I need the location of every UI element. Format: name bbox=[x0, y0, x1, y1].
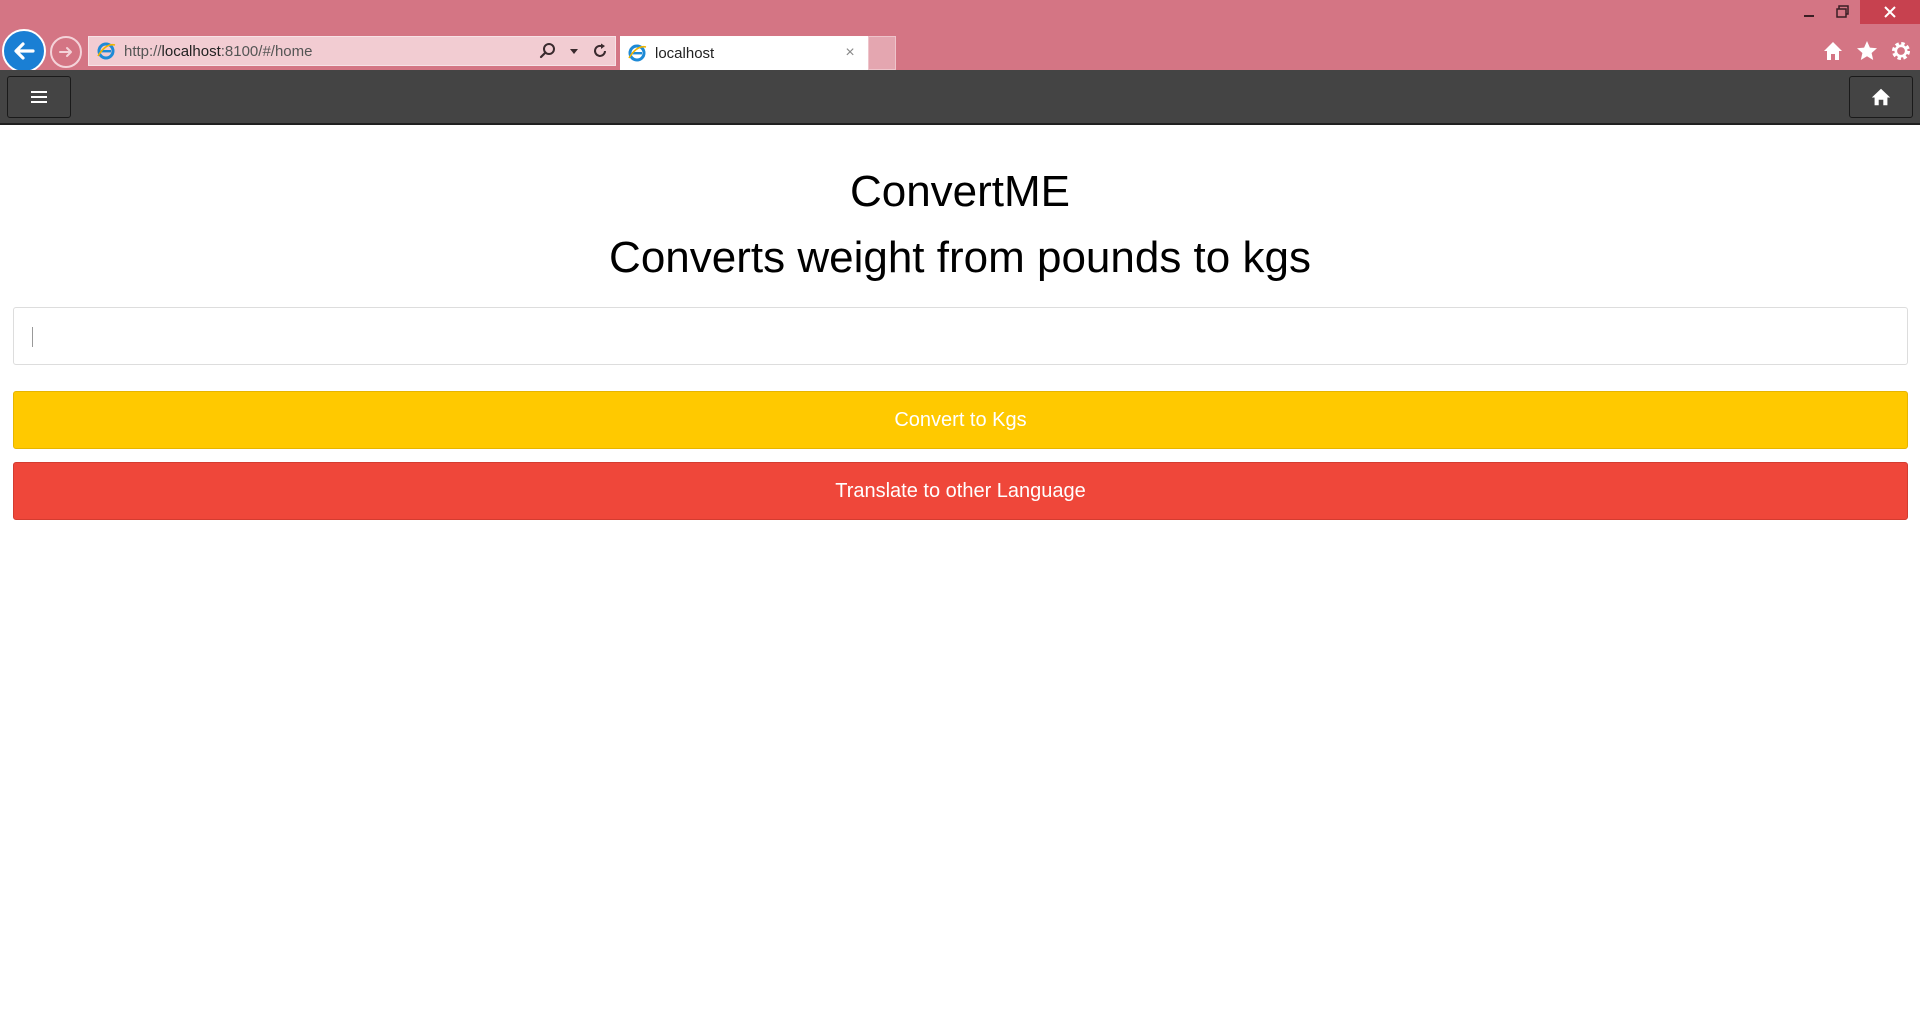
close-window-button[interactable] bbox=[1860, 0, 1920, 24]
convert-to-kgs-button[interactable]: Convert to Kgs bbox=[13, 391, 1908, 449]
home-button[interactable] bbox=[1849, 76, 1913, 118]
refresh-icon[interactable] bbox=[589, 40, 611, 62]
tab-ie-logo-icon bbox=[627, 43, 647, 63]
ie-logo-icon bbox=[96, 41, 116, 61]
dropdown-arrow-icon[interactable] bbox=[563, 40, 585, 62]
minimize-button[interactable] bbox=[1792, 0, 1826, 24]
page-title: ConvertME bbox=[849, 167, 1071, 216]
page-content: ConvertME Converts weight from pounds to… bbox=[0, 125, 1920, 520]
app-header bbox=[0, 70, 1920, 125]
menu-button[interactable] bbox=[7, 76, 71, 118]
tab-title: localhost bbox=[655, 44, 715, 62]
restore-button[interactable] bbox=[1826, 0, 1860, 24]
tab-close-icon[interactable]: × bbox=[840, 43, 860, 63]
minimize-icon bbox=[1804, 15, 1814, 17]
window-controls bbox=[1792, 0, 1920, 24]
forward-button[interactable] bbox=[50, 36, 82, 68]
url-rest: :8100/#/home bbox=[220, 42, 313, 60]
browser-chrome: http://localhost:8100/#/home localhost × bbox=[0, 0, 1920, 73]
hamburger-menu-icon bbox=[31, 91, 47, 103]
page-subtitle: Converts weight from pounds to kgs bbox=[609, 233, 1311, 282]
restore-icon bbox=[1836, 5, 1849, 18]
browser-toolbar-right bbox=[1820, 38, 1914, 64]
url-prefix: http:// bbox=[124, 42, 162, 60]
new-tab-button[interactable] bbox=[868, 36, 896, 70]
url-text: http://localhost:8100/#/home bbox=[124, 43, 537, 60]
arrow-right-icon bbox=[59, 47, 72, 57]
search-icon[interactable] bbox=[537, 40, 559, 62]
tab-localhost[interactable]: localhost × bbox=[620, 36, 868, 70]
gear-icon[interactable] bbox=[1888, 38, 1914, 64]
address-bar[interactable]: http://localhost:8100/#/home bbox=[88, 36, 616, 66]
close-icon bbox=[1884, 6, 1896, 18]
text-caret bbox=[32, 327, 33, 347]
star-icon[interactable] bbox=[1854, 38, 1880, 64]
home-icon bbox=[1871, 88, 1891, 106]
translate-button[interactable]: Translate to other Language bbox=[13, 462, 1908, 520]
home-icon[interactable] bbox=[1820, 38, 1846, 64]
arrow-left-icon bbox=[14, 42, 35, 60]
back-button[interactable] bbox=[2, 29, 46, 73]
url-host: localhost bbox=[161, 42, 221, 60]
pounds-input[interactable] bbox=[13, 307, 1908, 365]
